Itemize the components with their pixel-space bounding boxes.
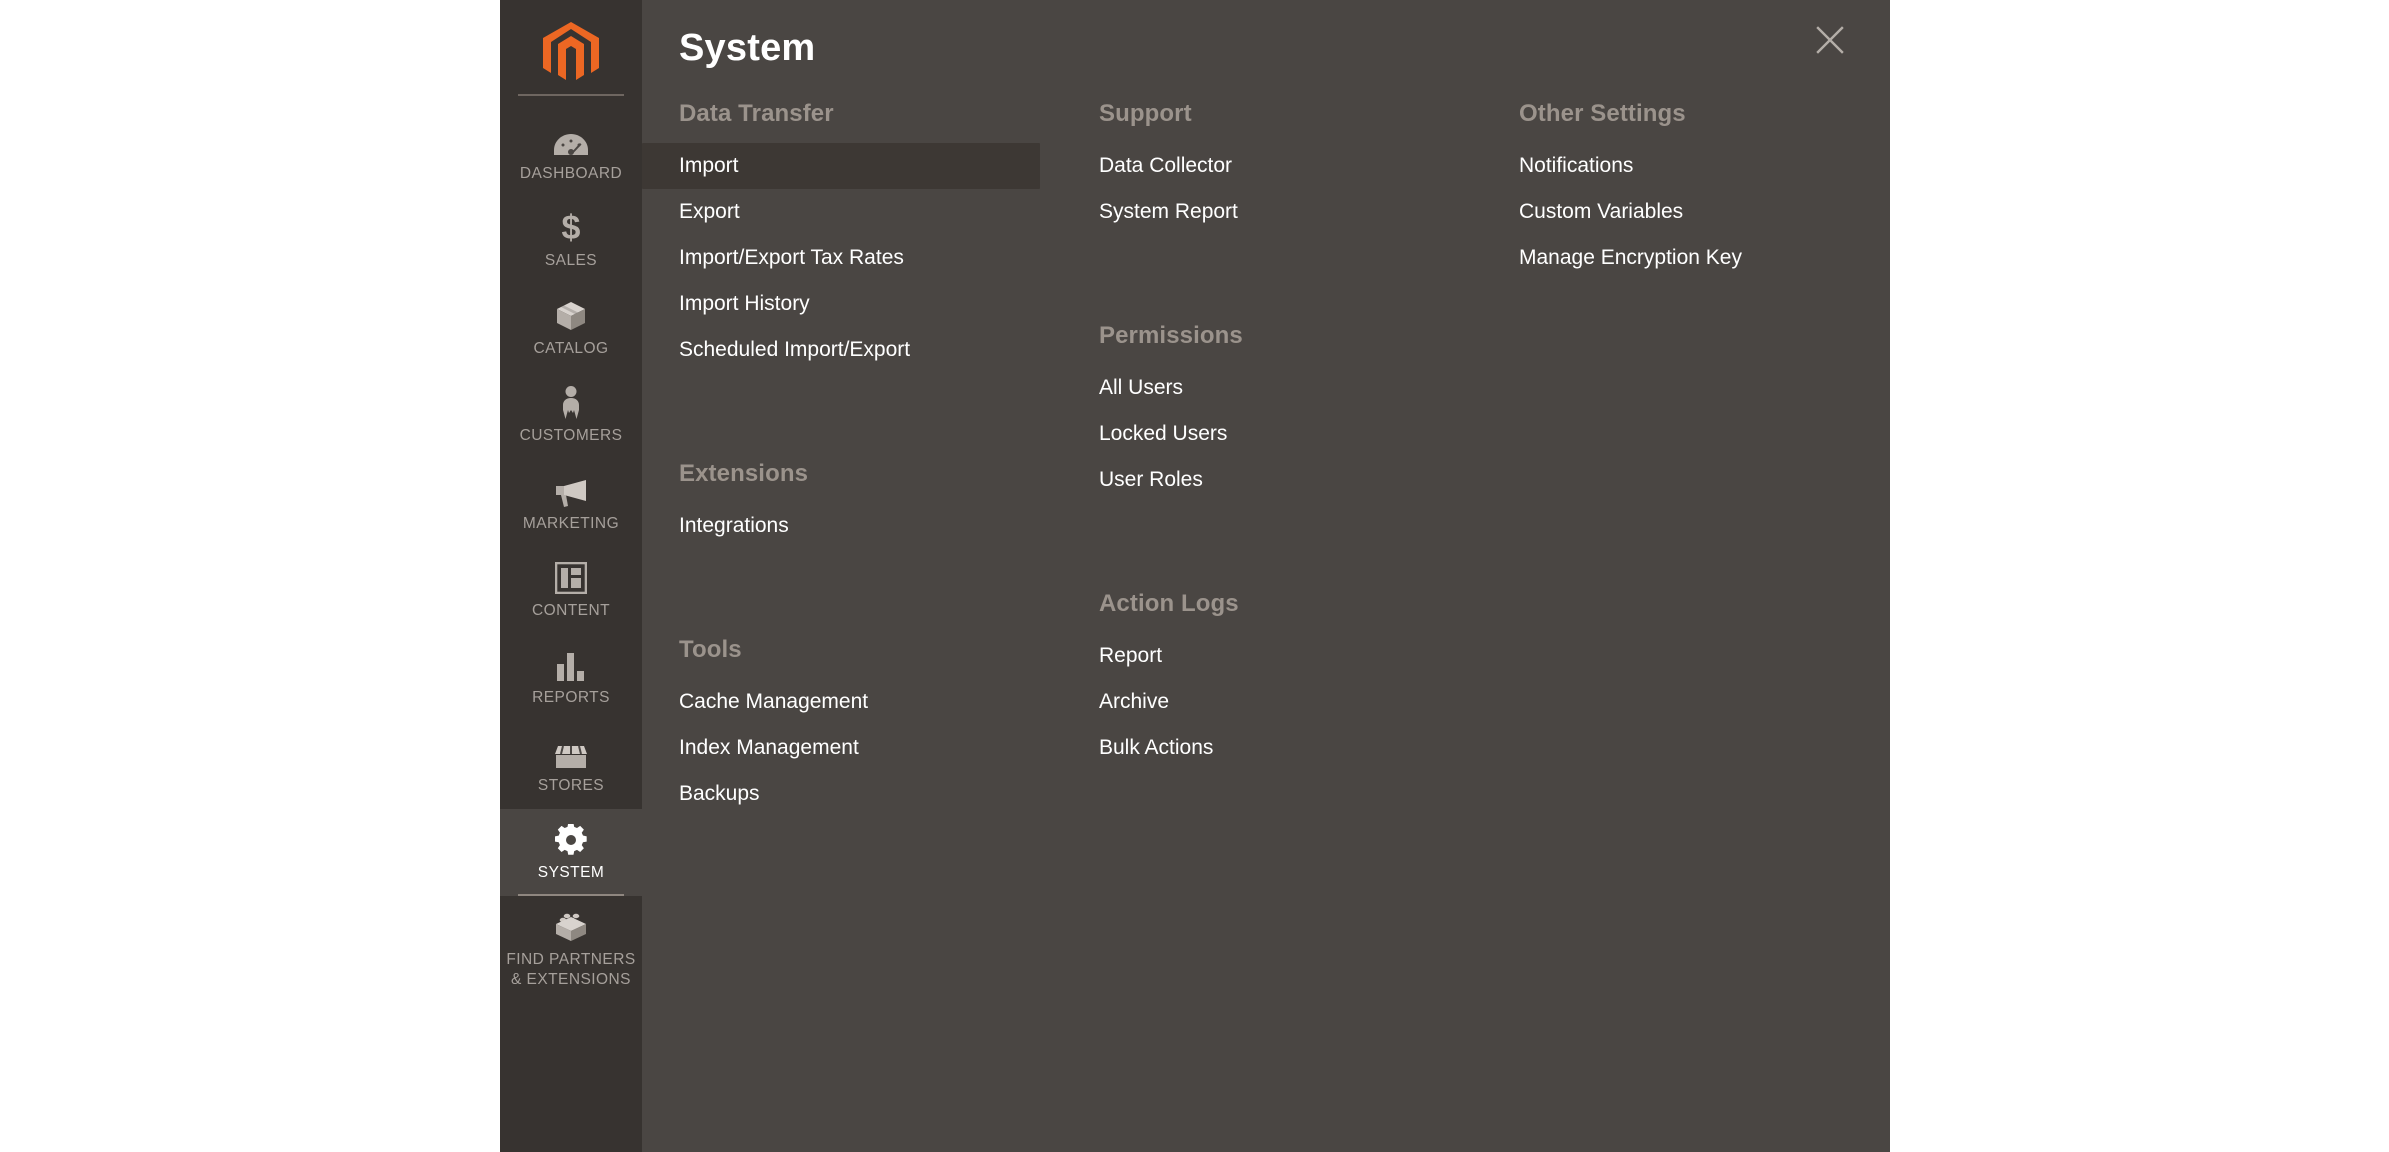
menu-item-export[interactable]: Export <box>642 189 1062 235</box>
megaphone-icon <box>554 473 588 507</box>
box-icon <box>555 298 587 332</box>
menu-item-notifications[interactable]: Notifications <box>1482 143 1890 189</box>
sidebar-item-label: DASHBOARD <box>519 165 623 182</box>
menu-group-data-transfer: Data Transfer Import Export Import/Expor… <box>642 85 1062 373</box>
sidebar-item-label: SYSTEM <box>537 864 605 881</box>
menu-column-support: Support Data Collector System Report Per… <box>1062 85 1482 817</box>
sidebar-item-label: REPORTS <box>532 689 610 707</box>
group-title: Tools <box>679 636 742 663</box>
menu-item-all-users[interactable]: All Users <box>1062 365 1482 411</box>
sidebar-item-marketing[interactable]: MARKETING <box>500 460 642 547</box>
close-icon <box>1815 25 1845 60</box>
screen: DASHBOARD $ SALES CATALOG CUSTOMERS MARK… <box>0 0 2389 1152</box>
logo-divider <box>518 94 624 96</box>
system-menu-panel: System Data Transfer Import Export Impor… <box>642 0 1890 1152</box>
menu-group-other-settings: Other Settings Notifications Custom Vari… <box>1482 85 1890 281</box>
menu-item-manage-encryption-key[interactable]: Manage Encryption Key <box>1482 235 1890 281</box>
menu-item-user-roles[interactable]: User Roles <box>1062 457 1482 503</box>
sidebar-item-label: STORES <box>537 776 605 794</box>
menu-item-backups[interactable]: Backups <box>642 771 1062 817</box>
menu-group-support: Support Data Collector System Report <box>1062 85 1482 235</box>
gear-icon <box>555 822 587 856</box>
bar-chart-icon <box>556 647 586 682</box>
close-button[interactable] <box>1810 22 1850 62</box>
menu-item-index-management[interactable]: Index Management <box>642 725 1062 771</box>
sidebar-item-label: FIND PARTNERS & EXTENSIONS <box>506 951 636 988</box>
page-title: System <box>679 27 816 69</box>
menu-item-data-collector[interactable]: Data Collector <box>1062 143 1482 189</box>
menu-item-custom-variables[interactable]: Custom Variables <box>1482 189 1890 235</box>
menu-item-import-history[interactable]: Import History <box>642 281 1062 327</box>
menu-group-action-logs: Action Logs Report Archive Bulk Actions <box>1062 575 1482 771</box>
sidebar-item-catalog[interactable]: CATALOG <box>500 285 642 372</box>
sidebar-item-customers[interactable]: CUSTOMERS <box>500 372 642 459</box>
dollar-icon: $ <box>559 210 583 244</box>
sidebar-item-find-partners[interactable]: FIND PARTNERS & EXTENSIONS <box>500 896 642 1003</box>
menu-group-extensions: Extensions Integrations <box>642 445 1062 549</box>
group-title: Permissions <box>1099 322 1243 349</box>
sidebar-item-label: MARKETING <box>522 514 620 532</box>
lego-brick-icon <box>554 909 588 943</box>
sidebar-item-reports[interactable]: REPORTS <box>500 634 642 721</box>
group-title: Data Transfer <box>679 100 834 127</box>
menu-item-archive[interactable]: Archive <box>1062 679 1482 725</box>
menu-column-other-settings: Other Settings Notifications Custom Vari… <box>1482 85 1890 817</box>
person-icon <box>560 385 582 420</box>
sidebar-item-label: CATALOG <box>533 339 609 357</box>
svg-text:$: $ <box>562 210 581 244</box>
sidebar-item-label: CONTENT <box>531 601 611 619</box>
menu-item-locked-users[interactable]: Locked Users <box>1062 411 1482 457</box>
menu-item-system-report[interactable]: System Report <box>1062 189 1482 235</box>
group-title: Action Logs <box>1099 590 1239 617</box>
gauge-icon <box>554 123 588 157</box>
menu-item-report[interactable]: Report <box>1062 633 1482 679</box>
menu-group-tools: Tools Cache Management Index Management … <box>642 621 1062 817</box>
menu-item-integrations[interactable]: Integrations <box>642 503 1062 549</box>
group-title: Other Settings <box>1519 100 1686 127</box>
sidebar-item-content[interactable]: CONTENT <box>500 547 642 634</box>
sidebar-item-label: CUSTOMERS <box>519 427 623 445</box>
storefront-icon <box>554 735 588 769</box>
sidebar-item-stores[interactable]: STORES <box>500 722 642 809</box>
menu-item-cache-management[interactable]: Cache Management <box>642 679 1062 725</box>
sidebar-item-system[interactable]: SYSTEM <box>500 809 642 897</box>
sidebar-item-sales[interactable]: $ SALES <box>500 197 642 284</box>
admin-sidebar: DASHBOARD $ SALES CATALOG CUSTOMERS MARK… <box>500 0 642 1152</box>
layout-icon <box>555 560 587 594</box>
menu-item-bulk-actions[interactable]: Bulk Actions <box>1062 725 1482 771</box>
magento-logo-icon <box>543 21 599 89</box>
group-title: Extensions <box>679 460 809 487</box>
sidebar-item-dashboard[interactable]: DASHBOARD <box>500 110 642 197</box>
group-title: Support <box>1099 100 1192 127</box>
menu-item-scheduled-import-export[interactable]: Scheduled Import/Export <box>642 327 1062 373</box>
menu-columns: Data Transfer Import Export Import/Expor… <box>642 85 1890 817</box>
magento-logo[interactable] <box>500 0 642 110</box>
menu-item-import[interactable]: Import <box>642 143 1040 189</box>
menu-group-permissions: Permissions All Users Locked Users User … <box>1062 307 1482 503</box>
sidebar-item-label: SALES <box>544 252 598 270</box>
menu-item-import-export-tax-rates[interactable]: Import/Export Tax Rates <box>642 235 1062 281</box>
menu-column-data-transfer: Data Transfer Import Export Import/Expor… <box>642 85 1062 817</box>
